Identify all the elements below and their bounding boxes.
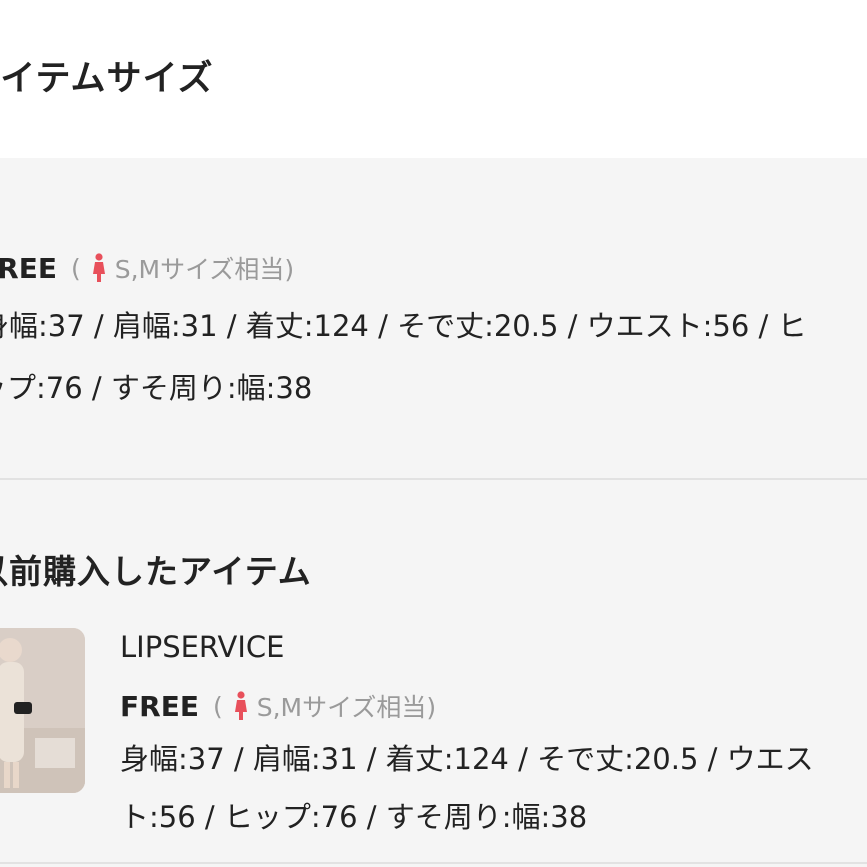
- purchased-size-equivalent: ( S,Mサイズ相当): [213, 688, 436, 724]
- purchased-size-header: FREE ( S,Mサイズ相当): [120, 688, 436, 724]
- product-photo-icon: [0, 628, 85, 793]
- product-brand[interactable]: LIPSERVICE: [120, 630, 284, 664]
- product-thumbnail[interactable]: [0, 628, 85, 793]
- size-equivalent: ( S,Mサイズ相当): [71, 250, 294, 286]
- size-name: FREE: [0, 251, 57, 285]
- purchased-section-title: 以前購入したアイテム: [0, 552, 312, 591]
- note-paren: (: [212, 691, 223, 721]
- page-title: アイテムサイズ: [0, 59, 214, 99]
- purchased-measurements: 身幅:37 / 肩幅:31 / 着丈:124 / そで丈:20.5 / ウエスト…: [120, 742, 814, 834]
- woman-icon: [92, 253, 105, 282]
- measurements-line-2: ップ:76 / すそ周り:幅:38: [0, 371, 313, 405]
- woman-icon: [234, 691, 247, 720]
- measurements-line-1: 身幅:37 / 肩幅:31 / 着丈:124 / そで丈:20.5 / ウエスト…: [0, 309, 807, 343]
- size-header: FREE ( S,Mサイズ相当): [0, 250, 294, 286]
- size-equivalent-text: S,Mサイズ相当): [114, 255, 295, 284]
- purchased-size-equivalent-text: S,Mサイズ相当): [256, 693, 437, 722]
- divider: [0, 862, 867, 864]
- note-paren: (: [70, 253, 81, 283]
- purchased-size-name: FREE: [120, 689, 199, 723]
